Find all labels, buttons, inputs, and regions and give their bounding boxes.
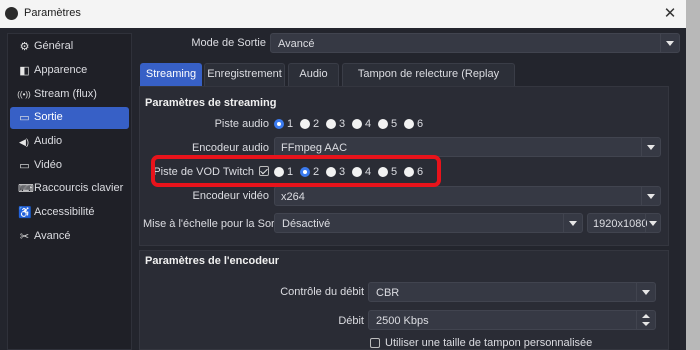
desktop-background	[686, 0, 700, 350]
sidebar-item-stream[interactable]: ((•)) Stream (flux)	[10, 84, 129, 106]
audio-track-option-3: 3	[339, 118, 346, 130]
bitrate-spinbox[interactable]: 2500 Kbps	[368, 310, 656, 330]
rescale-select[interactable]: Désactivé	[274, 213, 583, 233]
sidebar-item-appearance[interactable]: ◧ Apparence	[10, 60, 129, 82]
sidebar-item-label: Audio	[34, 135, 63, 147]
video-encoder-label: Encodeur vidéo	[192, 190, 269, 202]
window-title: Paramètres	[24, 7, 81, 19]
output-mode-label: Mode de Sortie	[191, 37, 266, 49]
encoder-section-title: Paramètres de l'encodeur	[145, 255, 280, 267]
sidebar-item-label: Stream (flux)	[34, 88, 97, 100]
audio-encoder-value: FFmpeg AAC	[281, 142, 348, 154]
sidebar-item-label: Avancé	[34, 230, 71, 242]
sidebar-item-label: Accessibilité	[34, 206, 95, 218]
chevron-down-icon	[641, 187, 660, 205]
obs-logo-icon	[5, 7, 18, 20]
tab-recording[interactable]: Enregistrement	[204, 63, 285, 86]
stream-icon: ((•))	[17, 90, 31, 99]
sidebar-item-audio[interactable]: ◀) Audio	[10, 131, 129, 153]
tab-replay-buffer[interactable]: Tampon de relecture (Replay Buffer)	[342, 63, 515, 101]
spinner-arrows-icon[interactable]	[636, 311, 655, 329]
close-icon[interactable]: ✕	[660, 4, 680, 24]
audio-track-option-1: 1	[287, 118, 294, 130]
audio-track-option-6: 6	[417, 118, 424, 130]
sidebar-item-video[interactable]: ▭ Vidéo	[10, 155, 129, 177]
bitrate-value: 2500 Kbps	[376, 315, 429, 327]
audio-track-label: Piste audio	[214, 118, 269, 130]
chevron-down-icon	[660, 34, 679, 52]
rescale-resolution-select[interactable]: 1920x1080	[587, 213, 661, 233]
appearance-icon: ◧	[19, 65, 30, 77]
audio-track-radio-5[interactable]	[378, 119, 388, 129]
audio-encoder-select[interactable]: FFmpeg AAC	[274, 137, 661, 157]
rescale-value: Désactivé	[282, 218, 331, 230]
sidebar-item-advanced[interactable]: ✂ Avancé	[10, 226, 129, 248]
sidebar-item-label: Vidéo	[34, 159, 62, 171]
chevron-down-icon	[641, 138, 660, 156]
sidebar-item-label: Sortie	[34, 111, 63, 123]
settings-window: Paramètres ✕ ⚙ Général ◧ Apparence ((•))…	[0, 0, 700, 350]
output-mode-select[interactable]: Avancé	[270, 33, 680, 53]
output-icon: ▭	[19, 112, 30, 124]
speaker-icon: ◀)	[19, 137, 29, 147]
tab-streaming[interactable]: Streaming	[140, 63, 202, 86]
audio-track-option-5: 5	[391, 118, 398, 130]
audio-track-option-4: 4	[365, 118, 372, 130]
audio-track-radio-1[interactable]	[274, 119, 284, 129]
sidebar-item-general[interactable]: ⚙ Général	[10, 36, 129, 58]
keyboard-icon: ⌨	[18, 183, 34, 195]
monitor-icon: ▭	[19, 160, 30, 172]
chevron-down-icon	[563, 214, 582, 232]
audio-track-radio-6[interactable]	[404, 119, 414, 129]
streaming-section-title: Paramètres de streaming	[145, 97, 277, 109]
audio-track-radio-2[interactable]	[300, 119, 310, 129]
audio-track-radio-3[interactable]	[326, 119, 336, 129]
custom-buffer-label: Utiliser une taille de tampon personnali…	[385, 337, 593, 349]
scrollbar-track[interactable]	[673, 86, 681, 350]
rate-control-select[interactable]: CBR	[368, 282, 656, 302]
sidebar-item-label: Raccourcis clavier	[34, 182, 124, 194]
accessibility-icon: ♿	[18, 207, 32, 219]
chevron-down-icon	[645, 214, 660, 232]
output-mode-value: Avancé	[278, 38, 315, 50]
chevron-down-icon	[636, 283, 655, 301]
audio-track-radio-4[interactable]	[352, 119, 362, 129]
bitrate-label: Débit	[338, 315, 364, 327]
video-encoder-select[interactable]: x264	[274, 186, 661, 206]
sidebar-item-output[interactable]: ▭ Sortie	[10, 107, 129, 129]
gear-icon: ⚙	[19, 41, 30, 53]
title-bar: Paramètres ✕	[0, 0, 686, 28]
video-encoder-value: x264	[281, 191, 305, 203]
custom-buffer-checkbox[interactable]	[370, 338, 380, 348]
highlight-annotation	[151, 155, 441, 187]
rescale-resolution-value: 1920x1080	[593, 218, 648, 230]
sidebar-item-label: Apparence	[34, 64, 88, 76]
settings-sidebar: ⚙ Général ◧ Apparence ((•)) Stream (flux…	[7, 33, 132, 350]
audio-encoder-label: Encodeur audio	[191, 142, 269, 154]
rate-control-value: CBR	[376, 287, 400, 299]
audio-track-option-2: 2	[313, 118, 320, 130]
rescale-label: Mise à l'échelle pour la Sortie	[143, 218, 287, 230]
rate-control-label: Contrôle du débit	[280, 286, 364, 298]
tools-icon: ✂	[19, 231, 30, 243]
tab-audio[interactable]: Audio	[288, 63, 339, 86]
sidebar-item-label: Général	[34, 40, 74, 52]
sidebar-item-accessibility[interactable]: ♿ Accessibilité	[10, 202, 129, 224]
sidebar-item-hotkeys[interactable]: ⌨ Raccourcis clavier	[10, 178, 129, 200]
